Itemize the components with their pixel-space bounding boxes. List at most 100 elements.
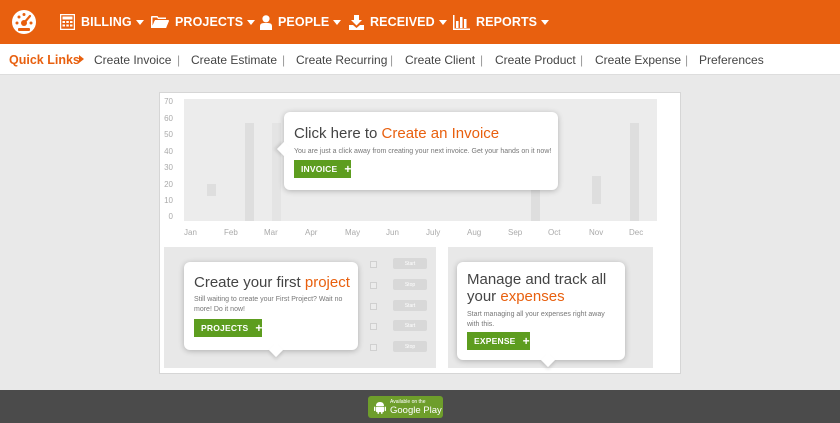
- y-tick-label: 60: [164, 114, 173, 123]
- android-icon: [374, 402, 386, 414]
- projects-button[interactable]: PROJECTS +: [194, 319, 262, 337]
- quick-link-create-invoice[interactable]: Create Invoice: [94, 53, 171, 67]
- quick-link-create-product[interactable]: Create Product: [495, 53, 576, 67]
- calculator-icon: [60, 14, 75, 30]
- chart-bar: [207, 184, 216, 196]
- projects-button-label: PROJECTS: [201, 323, 249, 333]
- y-tick-label: 10: [164, 196, 173, 205]
- x-tick-label: Jan: [184, 228, 197, 237]
- invoice-button-label: INVOICE: [301, 164, 338, 174]
- plus-icon: +: [522, 334, 530, 348]
- x-tick-label: Nov: [589, 228, 604, 237]
- x-tick-label: Feb: [224, 228, 238, 237]
- x-tick-label: Apr: [305, 228, 318, 237]
- divider: |: [480, 53, 484, 67]
- checkbox: [370, 303, 377, 310]
- checkbox: [370, 261, 377, 268]
- divider: |: [177, 53, 181, 67]
- y-tick-label: 20: [164, 180, 173, 189]
- y-tick-label: 0: [168, 212, 173, 221]
- expense-card-title: Manage and track all your expenses: [467, 271, 606, 305]
- checkbox: [370, 323, 377, 330]
- nav-people-label: PEOPLE: [278, 15, 330, 29]
- invoice-card-title-highlight[interactable]: Create an Invoice: [382, 125, 500, 142]
- y-tick-label: 70: [164, 97, 173, 106]
- expense-card-text: Start managing all your expenses right a…: [467, 311, 605, 328]
- y-tick-label: 40: [164, 147, 173, 156]
- divider: |: [685, 53, 689, 67]
- invoice-card-title: Click here to Create an Invoice: [294, 125, 499, 142]
- download-icon: [349, 14, 364, 30]
- chart-bar: [630, 123, 639, 221]
- expense-card-title-line2: your expenses: [467, 288, 606, 305]
- x-tick-label: July: [426, 228, 441, 237]
- folder-icon: [151, 16, 169, 28]
- chevron-down-icon: [541, 19, 550, 25]
- quick-links-title: Quick Links: [9, 53, 80, 67]
- expense-card-title-line1: Manage and track all: [467, 271, 607, 288]
- quick-link-create-estimate[interactable]: Create Estimate: [191, 53, 277, 67]
- nav-projects[interactable]: PROJECTS: [151, 0, 256, 44]
- project-card-title-prefix: Create your first: [194, 274, 305, 291]
- invoice-card-text: You are just a click away from creating …: [294, 148, 552, 155]
- project-card-title-highlight[interactable]: project: [305, 274, 350, 291]
- divider: |: [390, 53, 394, 67]
- quick-link-create-expense[interactable]: Create Expense: [595, 53, 681, 67]
- quick-link-preferences[interactable]: Preferences: [699, 53, 764, 67]
- nav-reports[interactable]: REPORTS: [453, 0, 550, 44]
- caret-right-icon: [79, 55, 84, 63]
- dashboard-gauge-icon[interactable]: [11, 9, 37, 35]
- x-tick-label: Sep: [508, 228, 523, 237]
- nav-billing[interactable]: BILLING: [60, 0, 144, 44]
- google-play-label: Google Play: [390, 405, 442, 416]
- nav-people[interactable]: PEOPLE: [260, 0, 342, 44]
- invoice-button[interactable]: INVOICE +: [294, 160, 351, 178]
- chart-bar: [245, 123, 254, 221]
- quick-links-bar: Quick Links Create Invoice | Create Esti…: [0, 44, 840, 75]
- chart-bar: [272, 123, 281, 221]
- nav-projects-label: PROJECTS: [175, 15, 244, 29]
- y-tick-label: 50: [164, 130, 173, 139]
- nav-reports-label: REPORTS: [476, 15, 538, 29]
- create-invoice-card[interactable]: Click here to Create an Invoice You are …: [276, 112, 558, 190]
- nav-billing-label: BILLING: [81, 15, 132, 29]
- checkbox: [370, 282, 377, 289]
- x-tick-label: Mar: [264, 228, 278, 237]
- person-icon: [260, 14, 272, 30]
- x-tick-label: May: [345, 228, 361, 237]
- expense-card-title-highlight[interactable]: expenses: [500, 288, 564, 305]
- chevron-down-icon: [438, 19, 447, 25]
- ghost-start-button: Start: [393, 320, 427, 331]
- ghost-stop-button: Stop: [393, 341, 427, 352]
- google-play-badge[interactable]: Available on the Google Play: [368, 396, 443, 418]
- x-tick-label: Oct: [548, 228, 561, 237]
- checkbox: [370, 344, 377, 351]
- quick-link-create-recurring[interactable]: Create Recurring: [296, 53, 387, 67]
- quick-link-create-client[interactable]: Create Client: [405, 53, 475, 67]
- expense-card-title-prefix: your: [467, 288, 501, 305]
- ghost-start-button: Start: [393, 300, 427, 311]
- expense-button[interactable]: EXPENSE +: [467, 332, 530, 350]
- project-card-title: Create your first project: [194, 274, 350, 291]
- chevron-down-icon: [135, 19, 144, 25]
- x-tick-label: Jun: [386, 228, 399, 237]
- chevron-down-icon: [247, 19, 256, 25]
- ghost-stop-button: Stop: [393, 279, 427, 290]
- plus-icon: +: [255, 321, 263, 335]
- divider: |: [580, 53, 584, 67]
- nav-received[interactable]: RECEIVED: [349, 0, 447, 44]
- top-navbar: BILLING PROJECTS PEOPLE RECEIVED REPORTS: [0, 0, 840, 44]
- divider: |: [282, 53, 286, 67]
- project-card-text: Still waiting to create your First Proje…: [194, 296, 343, 313]
- expense-button-label: EXPENSE: [474, 336, 516, 346]
- x-tick-label: Dec: [629, 228, 644, 237]
- plus-icon: +: [344, 162, 352, 176]
- x-tick-label: Aug: [467, 228, 482, 237]
- nav-received-label: RECEIVED: [370, 15, 435, 29]
- bar-chart-icon: [453, 14, 470, 30]
- y-tick-label: 30: [164, 163, 173, 172]
- chart-bar: [592, 176, 601, 204]
- invoice-card-title-prefix: Click here to: [294, 125, 382, 142]
- chevron-down-icon: [333, 19, 342, 25]
- ghost-start-button: Start: [393, 258, 427, 269]
